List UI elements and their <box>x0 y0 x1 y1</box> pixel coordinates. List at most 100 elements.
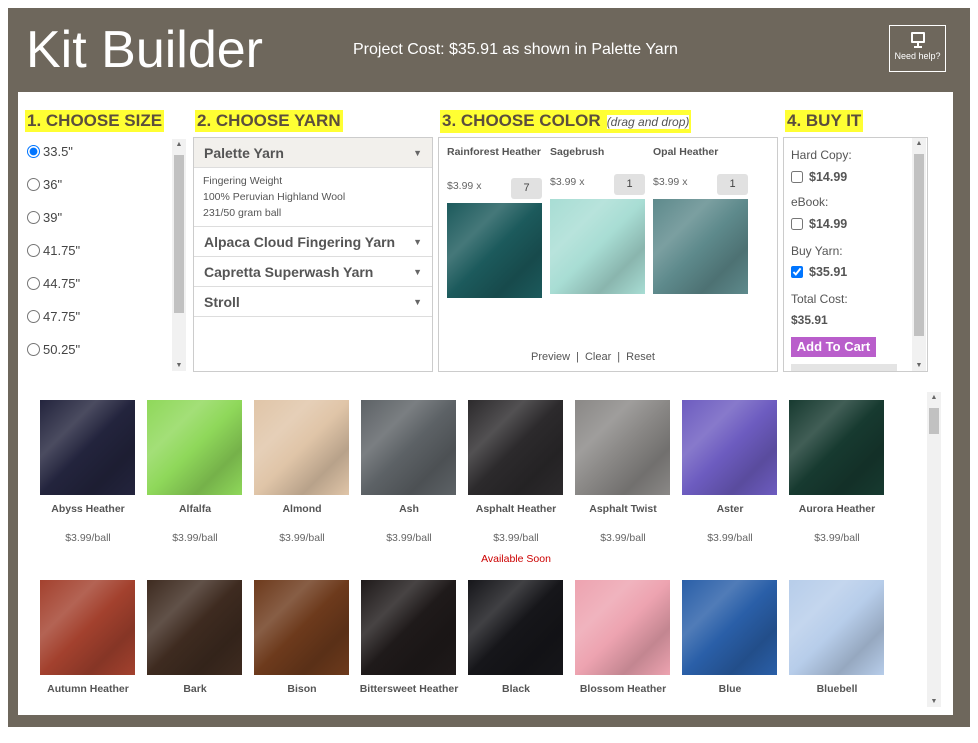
yarn-swatch[interactable] <box>575 580 670 675</box>
palette-color[interactable]: Aster $3.99/ball <box>682 400 777 544</box>
color-name: Bison <box>287 683 317 695</box>
size-radio[interactable] <box>27 277 40 290</box>
clear-link[interactable]: Clear <box>585 351 611 363</box>
yarn-swatch[interactable] <box>682 580 777 675</box>
scroll-down-icon[interactable]: ▼ <box>912 362 926 369</box>
color-name: Aster <box>716 503 744 515</box>
hard-copy-price: $14.99 <box>809 170 848 184</box>
color-price: $3.99/ball <box>386 532 432 544</box>
yarn-swatch[interactable] <box>361 580 456 675</box>
quantity-input[interactable]: 1 <box>717 174 748 195</box>
color-name: Aurora Heather <box>798 503 876 515</box>
quantity-input[interactable]: 7 <box>511 178 542 199</box>
size-option[interactable]: 39" <box>27 210 62 225</box>
chevron-down-icon: ▼ <box>413 266 422 277</box>
palette-color[interactable]: Ash $3.99/ball <box>361 400 456 544</box>
yarn-swatch[interactable] <box>254 580 349 675</box>
yarn-list: Palette Yarn ▼ Fingering Weight 100% Peru… <box>193 137 433 372</box>
chosen-color[interactable]: Rainforest Heather $3.99 x 7 <box>447 144 545 298</box>
yarn-swatch[interactable] <box>468 580 563 675</box>
palette-color[interactable]: Bison <box>254 580 349 697</box>
palette-color[interactable]: Black <box>468 580 563 697</box>
palette-color[interactable]: Almond $3.99/ball <box>254 400 349 544</box>
palette-scrollbar[interactable]: ▲ ▼ <box>927 392 941 707</box>
scroll-up-icon[interactable]: ▲ <box>912 140 926 147</box>
palette-color[interactable]: Blue <box>682 580 777 697</box>
buy-yarn-checkbox[interactable] <box>791 266 803 278</box>
step-buy-heading: 4. BUY IT <box>785 110 864 132</box>
size-option[interactable]: 41.75" <box>27 243 80 258</box>
preview-link[interactable]: Preview <box>531 351 570 363</box>
palette-color[interactable]: Abyss Heather $3.99/ball <box>40 400 135 544</box>
yarn-swatch[interactable] <box>682 400 777 495</box>
scroll-up-icon[interactable]: ▲ <box>927 394 941 401</box>
color-price: $3.99/ball <box>493 532 539 544</box>
quantity-input[interactable]: 1 <box>614 174 645 195</box>
yarn-swatch[interactable] <box>147 580 242 675</box>
palette-color[interactable]: Autumn Heather <box>40 580 135 697</box>
size-option[interactable]: 33.5" <box>27 144 73 159</box>
scroll-down-icon[interactable]: ▼ <box>172 362 186 369</box>
scroll-up-icon[interactable]: ▲ <box>172 141 186 148</box>
step-color-label: 3. CHOOSE COLOR <box>442 111 601 130</box>
palette-color[interactable]: Asphalt Heather $3.99/ball Available Soon <box>468 400 563 565</box>
size-radio[interactable] <box>27 178 40 191</box>
yarn-yardage: 231/50 gram ball <box>203 207 282 219</box>
color-price: $3.99/ball <box>814 532 860 544</box>
buy-panel-scrollbar[interactable]: ▲ ▼ <box>912 138 926 371</box>
yarn-swatch[interactable] <box>575 400 670 495</box>
size-radio[interactable] <box>27 310 40 323</box>
yarn-swatch[interactable] <box>361 400 456 495</box>
palette-color[interactable]: Asphalt Twist $3.99/ball <box>575 400 670 544</box>
palette-color[interactable]: Bark <box>147 580 242 697</box>
color-swatch[interactable] <box>653 199 748 294</box>
yarn-swatch[interactable] <box>147 400 242 495</box>
size-label: 36" <box>43 177 63 192</box>
yarn-swatch[interactable] <box>789 400 884 495</box>
project-cost: Project Cost: $35.91 as shown in Palette… <box>353 41 678 58</box>
color-swatch[interactable] <box>447 203 542 298</box>
reset-link[interactable]: Reset <box>626 351 655 363</box>
color-price: $3.99/ball <box>600 532 646 544</box>
size-option[interactable]: 47.75" <box>27 309 80 324</box>
palette-color[interactable]: Aurora Heather $3.99/ball <box>789 400 884 544</box>
yarn-swatch[interactable] <box>40 400 135 495</box>
size-option[interactable]: 50.25" <box>27 342 80 357</box>
yarn-swatch[interactable] <box>40 580 135 675</box>
palette-color[interactable]: Bluebell <box>789 580 884 697</box>
add-to-cart-button[interactable]: Add To Cart <box>791 337 876 357</box>
size-list-scrollbar[interactable]: ▲ ▼ <box>172 139 186 371</box>
size-label: 39" <box>43 210 63 225</box>
color-name: Almond <box>282 503 322 515</box>
palette-color[interactable]: Bittersweet Heather <box>360 580 458 697</box>
size-option[interactable]: 44.75" <box>27 276 80 291</box>
hard-copy-label: Hard Copy: <box>791 148 852 162</box>
yarn-option-palette[interactable]: Palette Yarn ▼ <box>194 138 432 168</box>
hard-copy-checkbox[interactable] <box>791 171 803 183</box>
chosen-color[interactable]: Sagebrush $3.99 x 1 <box>550 144 648 294</box>
need-help-label: Need help? <box>894 51 941 61</box>
yarn-swatch[interactable] <box>468 400 563 495</box>
yarn-option-stroll[interactable]: Stroll ▼ <box>194 287 432 317</box>
yarn-option-capretta[interactable]: Capretta Superwash Yarn ▼ <box>194 257 432 287</box>
chosen-color[interactable]: Opal Heather $3.99 x 1 <box>653 144 751 294</box>
yarn-swatch[interactable] <box>789 580 884 675</box>
size-option[interactable]: 36" <box>27 177 62 192</box>
palette-color[interactable]: Blossom Heather <box>575 580 670 697</box>
size-radio[interactable] <box>27 343 40 356</box>
need-help-button[interactable]: Need help? <box>889 25 946 72</box>
color-swatch[interactable] <box>550 199 645 294</box>
yarn-swatch[interactable] <box>254 400 349 495</box>
size-label: 47.75" <box>43 309 81 324</box>
ebook-checkbox[interactable] <box>791 218 803 230</box>
scroll-down-icon[interactable]: ▼ <box>927 698 941 705</box>
size-radio[interactable] <box>27 244 40 257</box>
color-name: Bluebell <box>816 683 858 695</box>
buy-yarn-label: Buy Yarn: <box>791 244 843 258</box>
yarn-option-alpaca[interactable]: Alpaca Cloud Fingering Yarn ▼ <box>194 227 432 257</box>
size-radio[interactable] <box>27 145 40 158</box>
color-price: $3.99 x <box>447 180 482 192</box>
palette-color[interactable]: Alfalfa $3.99/ball <box>147 400 242 544</box>
size-radio[interactable] <box>27 211 40 224</box>
add-to-wishlist-button[interactable] <box>791 364 897 371</box>
